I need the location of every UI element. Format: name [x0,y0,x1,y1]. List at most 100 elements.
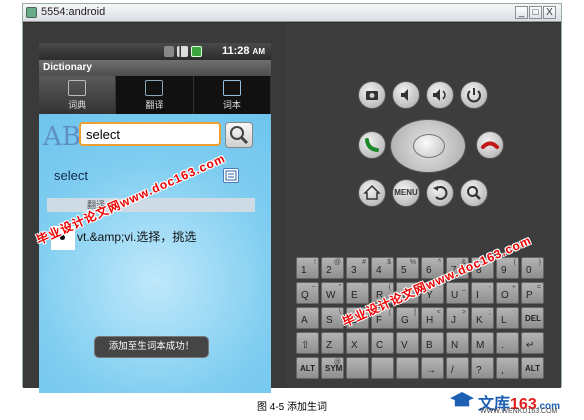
minimize-button[interactable]: _ [515,6,528,19]
key-↵[interactable]: ↵ [521,332,544,354]
volume-down-button[interactable] [392,81,420,109]
key-space[interactable] [346,357,369,379]
key-5[interactable]: 5% [396,257,419,279]
key-space[interactable] [396,357,419,379]
key-m[interactable]: M [471,332,494,354]
back-button[interactable] [426,179,454,207]
key-alt-label: # [362,259,366,266]
key-o[interactable]: O + [496,282,519,304]
key-u[interactable]: U _ [446,282,469,304]
maximize-button[interactable]: □ [529,6,542,19]
menu-button[interactable]: MENU [392,179,420,207]
volume-up-button[interactable] [426,81,454,109]
key-p[interactable]: P = [521,282,544,304]
key-3[interactable]: 3 # [346,257,369,279]
key-label: P [526,290,533,301]
back-icon [433,186,448,200]
search-input[interactable]: select [79,122,221,146]
key-h[interactable]: H < [421,307,444,329]
key-⇧[interactable]: ⇧ [296,332,319,354]
key-→[interactable]: → [421,357,444,379]
phone-red-icon [481,141,499,149]
key-alt-label: ] [414,309,416,316]
key-alt-label: " [338,284,342,291]
key-label: / [451,365,454,376]
key-v[interactable]: V [396,332,419,354]
key-label: M [476,340,485,351]
key-alt[interactable]: ALT [296,357,319,379]
key-?[interactable]: ? [471,357,494,379]
key-w[interactable]: W " [321,282,344,304]
key-alt-label: + [511,284,516,291]
dpad-center-button[interactable] [413,134,445,158]
tab-wordbook[interactable]: 词本 [194,76,271,114]
definition-text: vt.&amp;vi.选择，挑选 [77,230,197,245]
key-del[interactable]: DEL [521,307,544,329]
key-b[interactable]: B [421,332,444,354]
battery-icon [191,46,202,57]
graduation-cap-icon [450,392,474,407]
key-label: C [376,340,384,351]
key-,[interactable]: , [496,357,519,379]
camera-button[interactable] [358,81,386,109]
app-icon [26,7,37,18]
home-button[interactable] [358,179,386,207]
dictionary-icon [68,80,87,96]
end-call-button[interactable] [476,131,504,159]
control-panel: MENU 1! 2 @3 #4 $5% 6 ^ 7 & 8 * 9(0) Q ~ W " E ` R{T} Y - U _… [286,23,561,388]
key-label: B [426,340,433,351]
key-alt-label: - [488,284,491,291]
key-0[interactable]: 0) [521,257,544,279]
key-sym[interactable]: SYM @ [321,357,344,379]
key-label: → [426,365,436,376]
key-alt-label: { [388,284,391,291]
key-label: W [326,290,336,301]
key-alt-label: ) [538,259,541,266]
key-label: , [501,365,504,376]
key-x[interactable]: X [346,332,369,354]
key-1[interactable]: 1! [296,257,319,279]
key-k[interactable]: K; [471,307,494,329]
search-hw-button[interactable] [460,179,488,207]
key-.[interactable]: . [496,332,519,354]
signal-icon [177,46,188,57]
key-4[interactable]: 4 $ [371,257,394,279]
key-g[interactable]: G] [396,307,419,329]
device-panel: 11:28 AM Dictionary 词典 翻译 词本 ABC select … [23,23,286,393]
key-n[interactable]: N [446,332,469,354]
key-q[interactable]: Q ~ [296,282,319,304]
keyboard-row-3: A S \ D F[G] H < J > K; L: DEL [296,307,544,329]
power-button[interactable] [460,81,488,109]
key-a[interactable]: A [296,307,319,329]
key-label: ↵ [526,340,535,351]
key-label: H [426,315,434,326]
key-space[interactable] [371,357,394,379]
key-alt-label: ! [314,259,316,266]
tab-dictionary[interactable]: 词典 [39,76,117,114]
tab-translate[interactable]: 翻译 [116,76,194,114]
key-l[interactable]: L: [496,307,519,329]
phone-green-icon [365,138,379,152]
key-alt[interactable]: ALT [521,357,544,379]
key-alt-label: _ [462,284,466,291]
key-j[interactable]: J > [446,307,469,329]
dpad[interactable] [390,119,466,173]
app-title: Dictionary [39,60,271,76]
key-alt-label: ; [489,309,491,316]
search-button[interactable] [225,122,253,148]
key-alt-label: ( [513,259,516,266]
key-/[interactable]: / [446,357,469,379]
key-c[interactable]: C [371,332,394,354]
key-alt-label: = [536,284,541,291]
key-e[interactable]: E ` [346,282,369,304]
toast-message: 添加至生词本成功！ [94,336,209,358]
key-label: DEL [525,314,541,323]
key-z[interactable]: Z [321,332,344,354]
key-label: X [351,340,358,351]
add-to-wordbook-button[interactable] [223,168,239,183]
key-i[interactable]: I- [471,282,494,304]
key-label: J [451,315,456,326]
call-button[interactable] [358,131,386,159]
key-2[interactable]: 2 @ [321,257,344,279]
close-button[interactable]: X [543,6,556,19]
